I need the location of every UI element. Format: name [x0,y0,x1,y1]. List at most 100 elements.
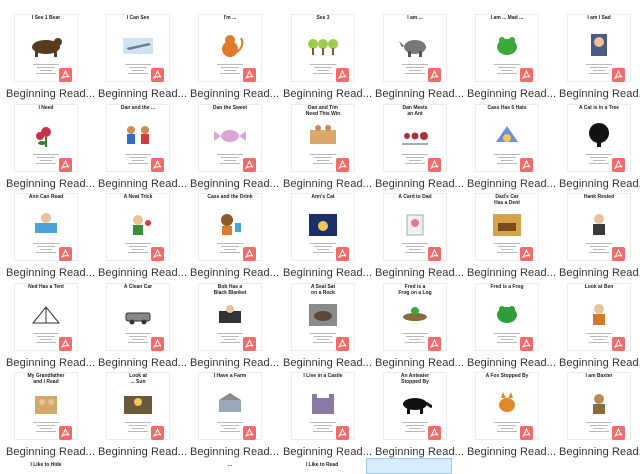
document-title-text: Look at ... Sun [129,373,147,385]
file-item[interactable]: Dan and Tim Need This Win Beginning Read.… [277,104,373,190]
selected-file-item-partial[interactable] [366,458,452,474]
file-item[interactable]: Dan and the ... Beginning Read... [92,104,187,190]
document-title-text: I Can See [126,15,150,21]
file-item[interactable]: Cass and the Drink Beginning Read... [184,193,280,279]
kids-illustration-icon [127,126,149,144]
file-item[interactable]: An Anteater Stopped By Beginning Read... [369,372,464,458]
pdf-file-icon [59,158,72,172]
file-item[interactable]: I See 1 Bear Beginning Read... [0,14,95,100]
file-item[interactable]: A Seal Sat on a Rock Beginning Read... [277,283,373,369]
file-item[interactable]: Ann's Cat Beginning Read... [277,193,373,279]
file-item[interactable]: Dan the Sweet Beginning Read... [184,104,279,190]
file-item[interactable]: Fred is a Frog on a Log Beginning Read... [369,283,465,369]
pdf-file-icon [428,337,441,351]
document-title-text: A Card to Dad [398,194,432,200]
pdf-file-icon [151,247,164,261]
file-item-partial[interactable]: ... [198,461,262,474]
file-item[interactable]: I am ... Beginning Read... [369,14,464,100]
file-name-label: Beginning Read... [559,267,640,279]
pdf-file-icon [428,426,441,440]
file-item[interactable]: Fred is a Frog Beginning Read... [461,283,556,369]
file-name-label: Beginning Read... [375,357,465,369]
file-name-label: Beginning Read... [559,357,640,369]
document-title-text: My Grandfather and I Read [27,373,65,385]
file-name-label: Beginning Read... [283,267,373,279]
file-item[interactable]: See 3 Beginning Read... [277,14,373,100]
document-title-text: Dan and the ... [120,105,156,111]
pdf-file-icon [336,426,349,440]
document-title-text: Dan Meets an Ant [402,105,428,117]
document-title-text: I See 1 Bear [31,15,61,21]
pdf-file-icon [336,337,349,351]
file-item[interactable]: I Live in a Castle Beginning Read... [277,372,373,458]
document-title-text: A Seal Sat on a Rock [310,284,336,296]
file-item[interactable]: I Need Beginning Read... [0,104,95,190]
document-title-text: See 3 [316,15,330,21]
pdf-file-icon [428,158,441,172]
file-item[interactable]: Dad's Car Has a Dent Beginning Read... [461,193,557,279]
blanket-illustration-icon [219,305,241,323]
file-item[interactable]: A Fox Stopped By Beginning Read... [461,372,557,458]
plane-illustration-icon [123,38,153,54]
castle-illustration-icon [312,394,334,414]
pdf-file-icon [428,68,441,82]
file-item[interactable]: I am I Sad Beginning Read... [553,14,640,100]
pdf-file-icon [336,68,349,82]
pdf-file-icon [243,337,256,351]
file-name-label: Beginning Read... [190,267,280,279]
pdf-file-icon [520,337,533,351]
document-title-text: Dan the Sweet [212,105,248,111]
baxter-illustration-icon [593,394,605,414]
file-item[interactable]: Ann Can Read Beginning Read... [0,193,95,279]
file-item[interactable]: My Grandfather and I Read Beginning Read.… [0,372,95,458]
file-item[interactable]: A Card to Dad Beginning Read... [369,193,464,279]
document-title-text: Fred is a Frog [490,284,524,290]
file-item[interactable]: A Neat Trick Beginning Read... [92,193,188,279]
pdf-file-icon [59,426,72,440]
file-name-label: Beginning Read... [283,357,373,369]
file-item[interactable]: A Cat is in a Tree Beginning Read... [553,104,640,190]
pdf-file-icon [59,247,72,261]
file-item[interactable]: Ned Has a Tent Beginning Read... [0,283,95,369]
file-item[interactable]: Look at Ben Beginning Read... [553,283,640,369]
file-item[interactable]: A Clean Car Beginning Read... [92,283,188,369]
file-item[interactable]: Dan Meets an Ant Beginning Read... [369,104,464,190]
document-title-text: Ann Can Read [28,194,64,200]
pdf-file-icon [612,68,625,82]
pdf-file-icon [243,68,256,82]
file-name-label: Beginning Read... [283,446,373,458]
file-item[interactable]: Cass Has 5 Hats Beginning Read... [461,104,556,190]
tent-illustration-icon [31,306,61,324]
file-item[interactable]: I Can See Beginning Read... [92,14,188,100]
file-name-label: Beginning Read... [559,88,640,100]
document-title-text: Ann's Cat [311,194,335,200]
drink-illustration-icon [221,214,241,235]
frog-illustration-icon [497,37,517,55]
file-name-label: Beginning Read... [559,446,640,458]
file-name-label: Beginning Read... [467,446,557,458]
file-item[interactable]: I am ... Mad ... Beginning Read... [461,14,556,100]
card-illustration-icon [406,214,424,236]
file-name-label: Beginning Read... [98,357,188,369]
file-item[interactable]: I Have a Farm Beginning Read... [184,372,279,458]
file-name-label: Beginning Read... [98,267,188,279]
file-name-label: Beginning Read... [283,88,373,100]
document-title-text: A Neat Trick [123,194,153,200]
file-name-label: Beginning Read... [283,178,373,190]
pdf-file-icon [243,426,256,440]
document-title-text: I'm ... [223,15,237,21]
file-item-partial[interactable]: I Like to Read [290,461,354,474]
file-item[interactable]: Look at ... Sun Beginning Read... [92,372,187,458]
tree-illustration-icon [589,123,609,147]
pdf-file-icon [59,68,72,82]
file-item[interactable]: Bob Has a Black Blanket Beginning Read... [184,283,279,369]
document-title-text: I am I Sad [587,15,611,21]
file-item[interactable]: I'm ... Beginning Read... [184,14,279,100]
file-name-label: Beginning Read... [98,88,188,100]
file-item-partial[interactable]: I Like to Hide [14,461,78,474]
file-item[interactable]: Hank Rested Beginning Read... [553,193,640,279]
ant-illustration-icon [402,132,428,145]
car-illustration-icon [493,214,521,236]
file-item[interactable]: I am Baxter Beginning Read... [553,372,640,458]
file-name-label: Beginning Read... [467,267,557,279]
